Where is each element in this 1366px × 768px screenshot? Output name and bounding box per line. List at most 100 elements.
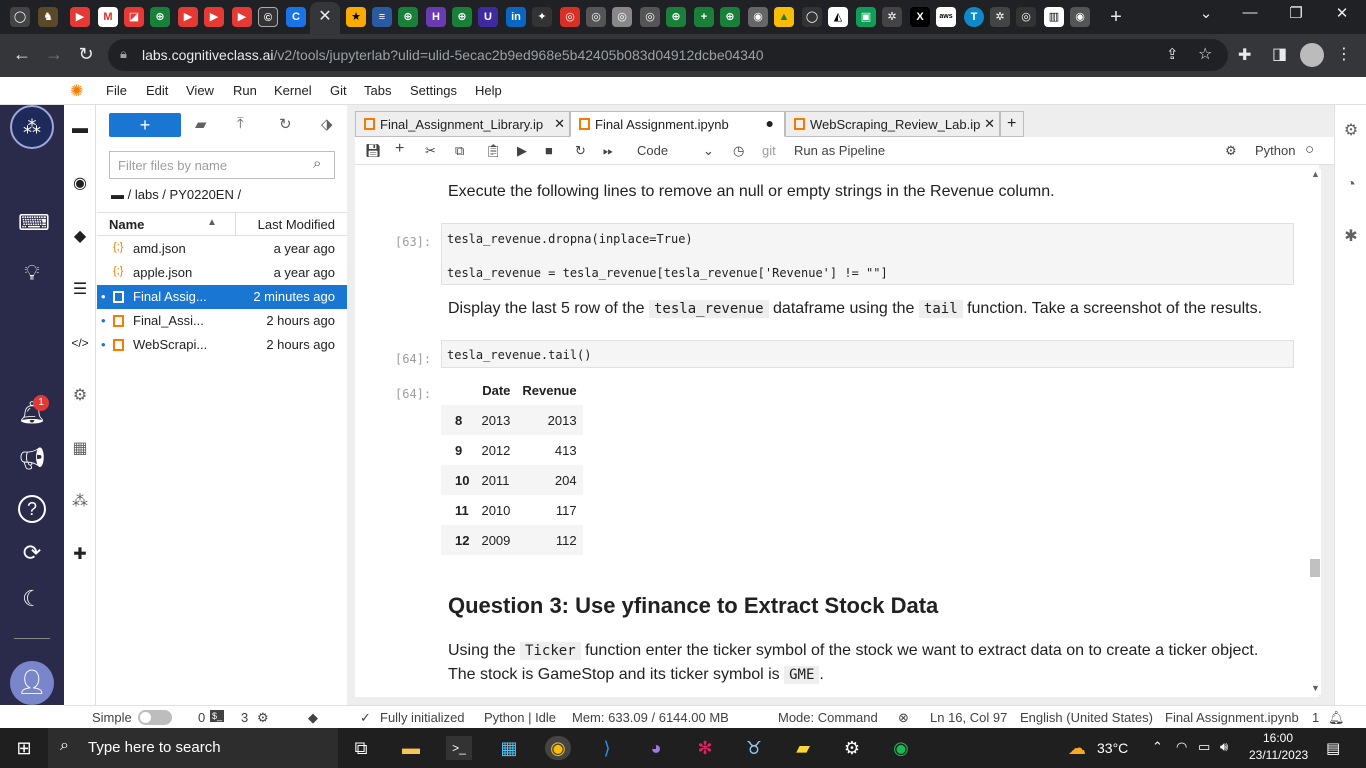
- settings-gear-icon[interactable]: ⚙: [839, 736, 865, 760]
- forward-icon[interactable]: →: [42, 44, 66, 65]
- toc-icon[interactable]: ☰: [70, 280, 90, 300]
- store-icon[interactable]: ▦: [496, 736, 522, 760]
- markdown-cell[interactable]: Using the Ticker function enter the tick…: [448, 642, 1258, 660]
- file-row[interactable]: • WebScrapi... 2 hours ago: [97, 333, 347, 357]
- tab-favicon[interactable]: T: [964, 7, 984, 27]
- puzzle-icon[interactable]: ✚: [70, 545, 90, 565]
- menu-tabs[interactable]: Tabs: [364, 83, 391, 98]
- task-view-icon[interactable]: ⧉: [348, 736, 374, 760]
- folder-icon[interactable]: ▬: [70, 119, 90, 139]
- youtube-tab-icon[interactable]: ▶: [204, 7, 224, 27]
- notebook-panel[interactable]: Execute the following lines to remove an…: [355, 165, 1319, 697]
- tab-favicon[interactable]: ◎: [1016, 7, 1036, 27]
- megaphone-icon[interactable]: 📢︎: [18, 445, 46, 473]
- tab-favicon[interactable]: C: [286, 7, 306, 27]
- menu-view[interactable]: View: [186, 83, 214, 98]
- windows-start-icon[interactable]: ⊞: [11, 736, 37, 760]
- new-tab-button[interactable]: +: [1106, 7, 1126, 27]
- clock-icon[interactable]: ◷: [733, 143, 744, 159]
- discord-icon[interactable]: ◕: [643, 736, 669, 760]
- menu-kernel[interactable]: Kernel: [274, 83, 312, 98]
- file-row-selected[interactable]: • Final Assig... 2 minutes ago: [97, 285, 347, 309]
- filter-input[interactable]: Filter files by name: [109, 151, 335, 179]
- extensions-icon[interactable]: ✚: [1238, 45, 1251, 65]
- refresh-icon[interactable]: ⟳: [18, 539, 46, 567]
- x-tab-icon[interactable]: X: [910, 7, 930, 27]
- copy-icon[interactable]: ⧉: [455, 143, 464, 159]
- kebab-menu-icon[interactable]: ⋮: [1336, 44, 1352, 64]
- markdown-cell-line[interactable]: The stock is GameStop and its ticker sym…: [448, 666, 824, 684]
- reload-icon[interactable]: ↻: [74, 44, 98, 65]
- language[interactable]: English (United States): [1020, 710, 1153, 725]
- fast-forward-icon[interactable]: ⏩︎: [603, 143, 613, 159]
- upload-icon[interactable]: ⤒: [237, 115, 244, 132]
- user-avatar[interactable]: 👤︎: [10, 661, 54, 705]
- volume-icon[interactable]: 🔊︎: [1220, 739, 1228, 755]
- tab-favicon[interactable]: ◭: [828, 7, 848, 27]
- tab-favicon[interactable]: U: [478, 7, 498, 27]
- tab-final-assignment-library[interactable]: Final_Assignment_Library.ip ✕: [355, 111, 570, 137]
- back-icon[interactable]: ←: [10, 44, 34, 65]
- chrome-icon[interactable]: ◉: [545, 736, 571, 760]
- run-as-pipeline-button[interactable]: Run as Pipeline: [794, 143, 885, 158]
- lightbulb-icon[interactable]: 💡︎: [18, 259, 46, 287]
- file-row[interactable]: • Final_Assi... 2 hours ago: [97, 309, 347, 333]
- markdown-heading[interactable]: Question 3: Use yfinance to Extract Stoc…: [448, 593, 938, 619]
- column-name[interactable]: Name: [109, 217, 144, 232]
- tab-favicon[interactable]: ◉: [1070, 7, 1090, 27]
- tab-favicon[interactable]: ✦: [532, 7, 552, 27]
- catalog-icon[interactable]: ▦: [70, 439, 90, 459]
- tab-favicon[interactable]: ≡: [372, 7, 392, 27]
- git-status-icon[interactable]: ◆: [308, 710, 318, 726]
- code-icon[interactable]: </>: [70, 333, 90, 353]
- bookmark-star-icon[interactable]: ☆: [1198, 44, 1212, 64]
- simple-mode-toggle[interactable]: [138, 710, 172, 725]
- property-inspector-icon[interactable]: ⚙: [1341, 121, 1361, 141]
- markdown-cell[interactable]: Display the last 5 row of the tesla_reve…: [448, 300, 1262, 318]
- file-explorer-icon[interactable]: ▬: [398, 736, 424, 760]
- paste-icon[interactable]: 📋︎: [485, 143, 502, 159]
- window-close-icon[interactable]: ✕: [1322, 4, 1362, 22]
- youtube-tab-icon[interactable]: ▶: [70, 7, 90, 27]
- debugger-gauge-icon[interactable]: ◔: [1341, 175, 1361, 195]
- sidepanel-icon[interactable]: ◨: [1272, 44, 1287, 64]
- tab-favicon[interactable]: H: [426, 7, 446, 27]
- column-last-modified[interactable]: Last Modified: [258, 217, 335, 232]
- refresh-icon[interactable]: ↻: [279, 115, 292, 133]
- tab-favicon[interactable]: ◎: [586, 7, 606, 27]
- share-icon[interactable]: ⇪: [1166, 45, 1179, 63]
- gear-icon[interactable]: ⚙: [1225, 143, 1237, 159]
- close-icon[interactable]: ✕: [554, 116, 565, 132]
- sheets-tab-icon[interactable]: +: [694, 7, 714, 27]
- tab-favicon[interactable]: ◪: [124, 7, 144, 27]
- cut-icon[interactable]: ✂: [425, 143, 436, 159]
- markdown-cell[interactable]: Execute the following lines to remove an…: [448, 183, 1055, 201]
- linkedin-tab-icon[interactable]: in: [506, 7, 526, 27]
- menu-edit[interactable]: Edit: [146, 83, 168, 98]
- git-clone-icon[interactable]: ⬗: [321, 115, 333, 133]
- new-launcher-button[interactable]: +: [109, 113, 181, 137]
- file-row[interactable]: {;} amd.json a year ago: [97, 237, 347, 261]
- tab-favicon[interactable]: ⊕: [720, 7, 740, 27]
- close-icon[interactable]: ✕: [310, 2, 340, 34]
- tab-favicon[interactable]: ◉: [748, 7, 768, 27]
- bell-icon[interactable]: 🔔︎: [1328, 710, 1345, 726]
- restart-icon[interactable]: ↻: [575, 143, 586, 159]
- tab-favicon[interactable]: ★: [346, 7, 366, 27]
- tab-favicon[interactable]: ©: [258, 7, 278, 27]
- address-bar[interactable]: 🔒︎ labs.cognitiveclass.ai/v2/tools/jupyt…: [108, 39, 1228, 71]
- cell-type-select[interactable]: Code: [637, 143, 668, 158]
- terminal-app-icon[interactable]: >_: [446, 736, 472, 760]
- tab-favicon[interactable]: ♞: [38, 7, 58, 27]
- sticky-notes-icon[interactable]: ▰: [790, 736, 816, 760]
- breadcrumb[interactable]: ▬ / labs / PY0220EN /: [111, 187, 241, 202]
- unsaved-dot-icon[interactable]: ●: [766, 115, 774, 131]
- menu-file[interactable]: File: [106, 83, 127, 98]
- property-inspector-icon[interactable]: ⚙: [70, 386, 90, 406]
- taskbar-search[interactable]: Type here to search: [48, 728, 338, 768]
- chevron-down-icon[interactable]: ⌄: [703, 143, 714, 159]
- code-cell[interactable]: tesla_revenue.tail(): [441, 340, 1294, 368]
- youtube-tab-icon[interactable]: ▶: [232, 7, 252, 27]
- tab-favicon[interactable]: ⊕: [666, 7, 686, 27]
- chevron-down-icon[interactable]: ⌄: [1186, 4, 1226, 22]
